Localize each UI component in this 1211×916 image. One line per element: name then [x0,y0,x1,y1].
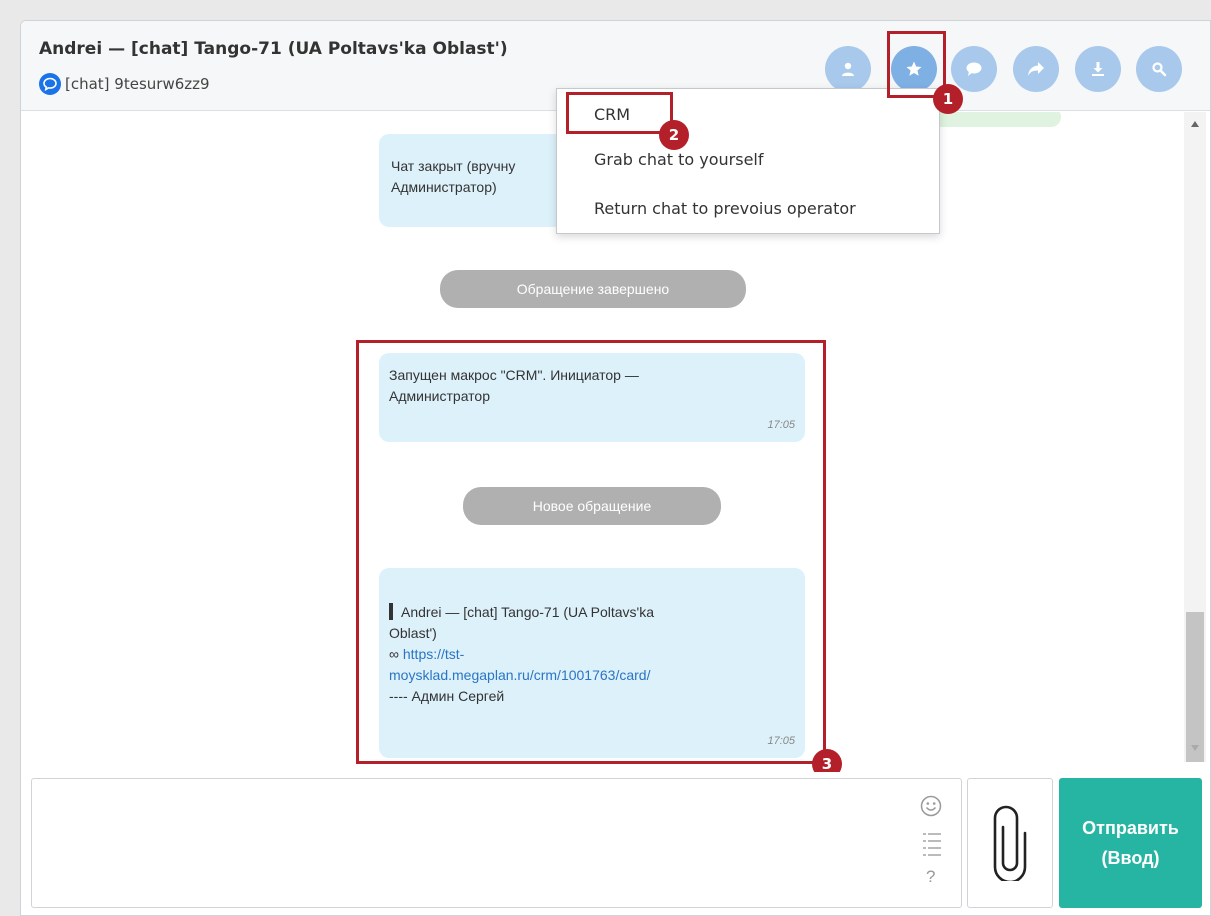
paperclip-icon [993,805,1027,881]
annotation-badge-1: 1 [933,84,963,114]
message-text: Администратор) [391,179,497,195]
user-button[interactable] [825,46,871,92]
chat-icon [966,62,982,76]
scroll-up-icon[interactable] [1190,120,1200,128]
download-button[interactable] [1075,46,1121,92]
help-button[interactable]: ? [926,867,935,887]
comment-button[interactable] [951,46,997,92]
annotation-badge-2: 2 [659,120,689,150]
highlight-box-3 [356,340,826,764]
send-button[interactable]: Отправить (Ввод) [1059,778,1202,908]
annotation-badge-3: 3 [812,749,842,772]
message-text: Чат закрыт (вручну [391,158,516,174]
status-pill-completed: Обращение завершено [440,270,746,308]
chat-window: Andrei — [chat] Tango-71 (UA Poltavs'ka … [20,20,1211,916]
scrollbar[interactable] [1184,112,1206,762]
menu-item-grab-chat[interactable]: Grab chat to yourself [594,150,764,169]
send-label: Отправить [1082,818,1179,838]
channel-chat-icon [39,73,61,95]
chat-subtitle: [chat] 9tesurw6zz9 [39,73,210,95]
search-button[interactable] [1136,46,1182,92]
menu-item-return-chat[interactable]: Return chat to prevoius operator [594,199,856,218]
chat-id: [chat] 9tesurw6zz9 [65,75,210,93]
macros-dropdown: CRM Grab chat to yourself Return chat to… [556,88,940,234]
user-icon [842,62,854,76]
scroll-down-icon[interactable] [1190,744,1200,752]
download-icon [1092,62,1104,76]
forward-button[interactable] [1013,46,1059,92]
partial-message [921,112,1061,127]
forward-icon [1028,62,1044,76]
highlight-box-2 [566,92,673,134]
templates-list-icon[interactable] [923,831,941,861]
send-hint: (Ввод) [1101,848,1160,868]
attach-button[interactable] [967,778,1053,908]
search-icon [1152,62,1167,77]
emoji-icon[interactable] [920,795,942,817]
scrollbar-thumb[interactable] [1186,612,1204,762]
message-bubble-closed: Чат закрыт (вручну Администратор) [379,134,579,227]
message-input[interactable] [32,779,912,907]
message-composer[interactable]: ? [31,778,962,908]
chat-title: Andrei — [chat] Tango-71 (UA Poltavs'ka … [39,39,508,59]
